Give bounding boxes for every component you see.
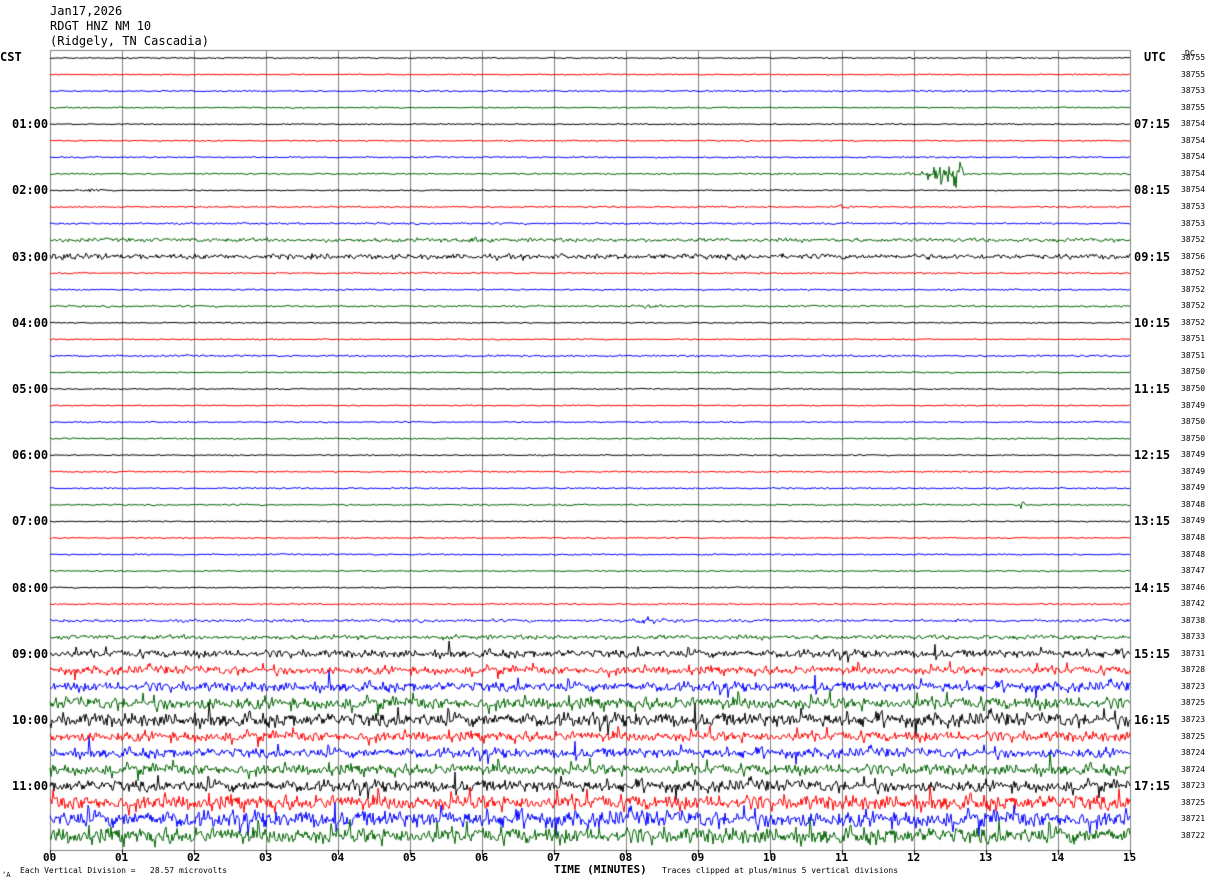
dc-offset-value: 38725 (1181, 731, 1206, 741)
seismogram-plot (0, 0, 1210, 886)
cst-hour-label: 07:00 (12, 514, 49, 529)
dc-offset-value: 38748 (1181, 499, 1206, 509)
cst-hour-label: 08:00 (12, 580, 49, 595)
x-tick-label: 09 (691, 851, 705, 864)
dc-offset-value: 38754 (1181, 119, 1206, 129)
dc-offset-value: 38723 (1181, 781, 1206, 791)
dc-offset-value: 38750 (1181, 433, 1206, 443)
dc-offset-value: 38752 (1181, 301, 1206, 311)
utc-hour-label: 17:15 (1134, 779, 1171, 794)
dc-offset-value: 38728 (1181, 665, 1206, 675)
utc-hour-label: 10:15 (1134, 315, 1171, 330)
cst-hour-label: 02:00 (12, 183, 49, 198)
dc-offset-value: 38724 (1181, 764, 1206, 774)
dc-offset-value: 38742 (1181, 599, 1206, 609)
x-tick-label: 15 (1123, 851, 1137, 864)
left-timezone-label: CST (0, 50, 22, 64)
plot-date: Jan17,2026 (50, 4, 123, 18)
dc-offset-value: 38750 (1181, 384, 1206, 393)
dc-offset-value: 38750 (1181, 367, 1206, 377)
dc-offset-value: 38749 (1181, 483, 1206, 493)
dc-offset-value: 38749 (1181, 516, 1206, 526)
cst-hour-label: 04:00 (12, 315, 49, 330)
x-tick-label: 12 (907, 851, 921, 864)
x-tick-label: 03 (259, 851, 273, 864)
x-tick-label: 06 (475, 851, 489, 864)
clipping-note: Traces clipped at plus/minus 5 vertical … (662, 866, 899, 875)
dc-offset-value: 38725 (1181, 698, 1206, 708)
x-axis-title: TIME (MINUTES) (554, 863, 647, 876)
dc-offset-value: 38754 (1181, 168, 1206, 178)
station-code: RDGT HNZ NM 10 (50, 19, 152, 33)
dc-offset-value: 38746 (1181, 582, 1206, 592)
x-tick-label: 13 (979, 851, 993, 864)
utc-hour-label: 13:15 (1134, 514, 1171, 529)
dc-offset-value: 38749 (1181, 450, 1206, 460)
dc-offset-value: 38738 (1181, 615, 1206, 625)
utc-hour-label: 12:15 (1134, 448, 1171, 463)
utc-hour-label: 14:15 (1134, 580, 1171, 595)
x-tick-label: 11 (835, 851, 849, 864)
dc-offset-value: 38748 (1181, 549, 1206, 559)
dc-offset-value: 38748 (1181, 532, 1206, 542)
dc-offset-value: 38754 (1181, 185, 1206, 195)
dc-offset-value: 38747 (1181, 566, 1206, 576)
vertical-division-note: Each Vertical Division = 28.57 microvolt… (20, 866, 228, 875)
dc-offset-value: 38723 (1181, 681, 1206, 691)
x-tick-label: 04 (331, 851, 345, 864)
x-tick-label: 02 (187, 851, 201, 864)
utc-hour-label: 09:15 (1134, 249, 1171, 264)
right-timezone-label: UTC (1144, 50, 1166, 64)
dc-offset-value: 38753 (1181, 201, 1206, 211)
x-tick-label: 14 (1051, 851, 1065, 864)
utc-hour-label: 08:15 (1134, 183, 1171, 198)
dc-offset-value: 38752 (1181, 317, 1206, 327)
dc-offset-value: 38721 (1181, 814, 1206, 824)
dc-offset-value: 38749 (1181, 466, 1206, 476)
station-location: (Ridgely, TN Cascadia) (50, 34, 209, 48)
dc-offset-value: 38750 (1181, 417, 1206, 427)
dc-offset-value: 38755 (1181, 102, 1206, 112)
x-tick-label: 00 (43, 851, 57, 864)
cst-hour-label: 09:00 (12, 646, 49, 661)
utc-hour-label: 16:15 (1134, 713, 1171, 727)
utc-hour-label: 11:15 (1134, 382, 1171, 396)
dc-offset-value: 38756 (1181, 251, 1206, 261)
cst-hour-label: 11:00 (12, 779, 49, 794)
dc-offset-value: 38754 (1181, 152, 1206, 162)
dc-offset-value: 38749 (1181, 400, 1206, 410)
dc-offset-value: 38752 (1181, 284, 1206, 294)
x-tick-label: 05 (403, 851, 417, 864)
utc-hour-label: 15:15 (1134, 646, 1171, 661)
dc-offset-value: 38755 (1181, 69, 1206, 79)
cst-hour-label: 10:00 (12, 713, 49, 727)
cst-hour-label: 05:00 (12, 382, 49, 396)
cst-hour-label: 03:00 (12, 249, 49, 264)
dc-offset-value: 38751 (1181, 334, 1206, 344)
x-tick-label: 10 (763, 851, 777, 864)
dc-offset-value: 38754 (1181, 135, 1206, 145)
dc-offset-value: 38731 (1181, 648, 1206, 658)
scale-mark: ‘A (2, 871, 11, 879)
x-tick-label: 01 (115, 851, 129, 864)
dc-offset-value: 38753 (1181, 218, 1206, 228)
dc-offset-value: 38751 (1181, 350, 1206, 360)
dc-offset-value: 38723 (1181, 715, 1206, 724)
dc-offset-value: 38722 (1181, 830, 1206, 840)
dc-offset-value: 38725 (1181, 797, 1206, 807)
cst-hour-label: 06:00 (12, 448, 49, 463)
dc-offset-value: 38733 (1181, 632, 1206, 642)
dc-offset-value: 38755 (1181, 53, 1206, 62)
dc-offset-value: 38752 (1181, 235, 1206, 245)
dc-offset-value: 38752 (1181, 268, 1206, 278)
utc-hour-label: 07:15 (1134, 117, 1171, 132)
dc-offset-value: 38753 (1181, 86, 1206, 96)
cst-hour-label: 01:00 (12, 117, 49, 132)
dc-offset-value: 38724 (1181, 748, 1206, 758)
